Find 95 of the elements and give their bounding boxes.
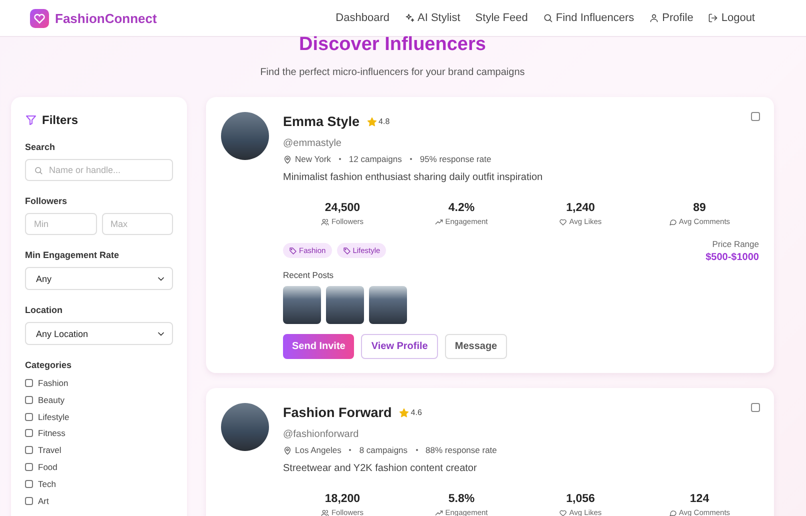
checkbox[interactable] [25, 496, 33, 505]
response-rate: 95% response rate [420, 154, 492, 164]
location-text: Los Angeles [295, 445, 342, 455]
separator-dot [410, 158, 412, 160]
filter-icon [25, 114, 37, 126]
chat-bubble-icon [668, 508, 677, 516]
separator-dot [416, 449, 418, 451]
stat-value: 5.8% [448, 493, 475, 505]
post-photo[interactable] [326, 286, 364, 324]
rating-value: 4.8 [378, 117, 390, 126]
stat-value: 1,240 [566, 202, 595, 214]
field-label: Followers [25, 196, 68, 206]
influencer-handle: @fashionforward [283, 429, 360, 440]
category-label: Lifestyle [38, 412, 70, 422]
post-photo[interactable] [283, 286, 321, 324]
checkbox[interactable] [25, 462, 33, 471]
checkbox[interactable] [25, 480, 33, 488]
post-photo[interactable] [369, 286, 407, 324]
influencer-name: Emma Style [283, 114, 360, 129]
campaign-count: 8 campaigns [359, 445, 408, 455]
trend-up-icon [435, 218, 444, 226]
brand-name: FashionConnect [55, 10, 157, 26]
response-rate: 88% response rate [426, 445, 497, 455]
avatar-photo [221, 112, 269, 160]
sparkle-icon [404, 13, 414, 23]
filters-title: Filters [42, 113, 78, 127]
category-label: Beauty [38, 394, 64, 405]
stat-value: 89 [693, 202, 706, 214]
influencer-bio: Streetwear and Y2K fashion content creator [283, 463, 478, 474]
person-icon [649, 13, 660, 23]
invite-button[interactable]: Send Invite [283, 334, 354, 359]
influencer-handle: @emmastyle [283, 138, 342, 149]
logout-icon [708, 13, 718, 23]
section-label: Recent Posts [283, 270, 335, 280]
nav-link[interactable]: AI Stylist [404, 12, 460, 24]
checkbox[interactable] [25, 446, 33, 454]
category-label: Travel [38, 445, 62, 456]
trend-up-icon [435, 508, 444, 516]
category-label: Fitness [38, 428, 66, 438]
stat-value: 4.2% [448, 202, 475, 214]
location-pin-icon [283, 154, 292, 164]
page-title: Discover Influencers [298, 33, 487, 57]
stat-value: 1,056 [566, 493, 595, 505]
engagement-dropdown[interactable]: Any [25, 267, 173, 290]
price-range: $500-$1000 [706, 252, 759, 263]
checkbox[interactable] [25, 396, 33, 404]
category-label: Tech [38, 478, 56, 489]
select-checkbox[interactable] [751, 403, 760, 412]
separator-dot [349, 449, 352, 451]
location-dropdown[interactable]: Any Location [25, 322, 173, 345]
stat-value: 18,200 [324, 493, 360, 505]
nav-link[interactable]: Style Feed [475, 12, 528, 24]
star-icon [366, 116, 377, 126]
category-label: Food [38, 462, 58, 472]
view-profile-button[interactable]: View Profile [361, 334, 438, 359]
max-field[interactable]: Max [102, 213, 173, 235]
nav-link[interactable]: Profile [649, 12, 694, 24]
stat-value: 124 [690, 493, 710, 505]
category-label: Fashion [38, 378, 68, 388]
stat-value: 24,500 [324, 202, 360, 214]
checkbox[interactable] [25, 412, 33, 421]
message-button[interactable]: Message [444, 334, 508, 359]
nav-link[interactable]: Dashboard [336, 12, 390, 24]
influencer-bio: Minimalist fashion enthusiast sharing daily outfit inspiration [283, 172, 544, 183]
star-icon [398, 408, 409, 418]
checkbox[interactable] [25, 429, 33, 438]
nav-link[interactable]: Find Influencers [542, 12, 634, 24]
page-subtitle: Find the perfect micro-influencers for your brand campaigns [259, 67, 526, 78]
separator-dot [338, 158, 341, 160]
avatar-photo [221, 403, 269, 451]
people-icon [321, 218, 330, 226]
location-pin-icon [283, 446, 292, 454]
field-label: Min Engagement Rate [25, 250, 120, 260]
heart-icon [559, 218, 568, 226]
influencer-name: Fashion Forward [283, 405, 392, 420]
search-icon [542, 13, 553, 23]
field-label: Categories [25, 360, 73, 370]
price-label: Price Range [711, 239, 759, 249]
people-icon [321, 508, 330, 516]
heart-icon [559, 508, 568, 516]
select-checkbox[interactable] [751, 112, 760, 121]
location-text: New York [295, 154, 331, 164]
tag-icon [289, 246, 297, 254]
campaign-count: 12 campaigns [348, 154, 402, 164]
logo-icon [30, 8, 49, 28]
rating-value: 4.6 [410, 408, 422, 417]
field-label: Search [25, 142, 56, 152]
min-field[interactable]: Min [25, 213, 96, 235]
checkbox[interactable] [25, 379, 33, 387]
chat-bubble-icon [668, 218, 677, 226]
search-field[interactable]: Name or handle... [25, 159, 173, 181]
category-label: Art [38, 496, 49, 506]
field-label: Location [25, 305, 64, 315]
nav-link[interactable]: Logout [708, 12, 755, 24]
tag-icon [342, 246, 351, 254]
